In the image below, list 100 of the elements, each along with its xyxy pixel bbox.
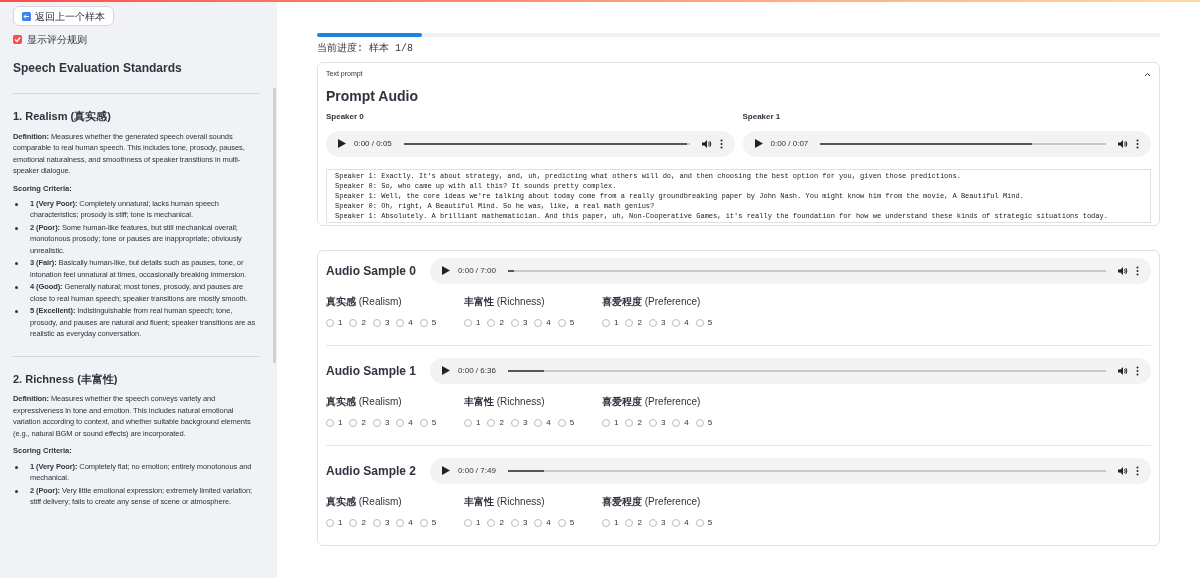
left-arrow-icon bbox=[22, 11, 31, 21]
sample-title: Audio Sample 2 bbox=[326, 462, 417, 480]
bullet-icon bbox=[15, 489, 18, 493]
bullet-icon bbox=[15, 310, 18, 314]
back-button[interactable]: 返回上一个样本 bbox=[13, 6, 114, 26]
rating-radio[interactable]: 2 bbox=[487, 516, 504, 529]
rating-radio[interactable]: 5 bbox=[557, 316, 575, 329]
audio-time: 0:00 / 7:49 bbox=[458, 464, 496, 477]
rating-radio[interactable]: 2 bbox=[487, 416, 504, 429]
rating-radio[interactable]: 1 bbox=[602, 516, 619, 529]
rating-radio[interactable]: 3 bbox=[510, 416, 528, 429]
volume-icon[interactable] bbox=[1118, 138, 1128, 149]
rating-label: 丰富性 (Richness) bbox=[464, 294, 546, 309]
rating-label: 真实感 (Realism) bbox=[326, 494, 403, 509]
bullet-icon bbox=[15, 226, 18, 230]
rating-radio[interactable]: 4 bbox=[672, 316, 689, 329]
section-heading: 1. Realism (真实感) bbox=[13, 109, 112, 124]
play-icon[interactable] bbox=[442, 466, 451, 475]
chevron-icon[interactable] bbox=[1144, 71, 1151, 77]
sample-title: Audio Sample 0 bbox=[326, 262, 417, 280]
more-icon[interactable] bbox=[1136, 365, 1139, 376]
rating-radio[interactable]: 4 bbox=[396, 416, 413, 429]
rating-radio[interactable]: 5 bbox=[695, 516, 713, 529]
audio-player[interactable]: 0:00 / 7:49 bbox=[430, 457, 1151, 484]
rating-radio[interactable]: 3 bbox=[372, 516, 390, 529]
rating-radio[interactable]: 2 bbox=[349, 416, 366, 429]
rating-radio[interactable]: 1 bbox=[326, 416, 343, 429]
play-icon[interactable] bbox=[754, 139, 763, 148]
rating-radio[interactable]: 4 bbox=[396, 516, 413, 529]
rating-radio[interactable]: 4 bbox=[396, 316, 413, 329]
rating-radio[interactable]: 4 bbox=[672, 416, 689, 429]
rating-radio[interactable]: 2 bbox=[625, 316, 642, 329]
rating-radio[interactable]: 4 bbox=[534, 316, 551, 329]
seek-track[interactable] bbox=[820, 142, 1106, 145]
rating-radio[interactable]: 1 bbox=[464, 316, 481, 329]
more-icon[interactable] bbox=[1136, 265, 1139, 276]
rating-radio[interactable]: 5 bbox=[419, 516, 437, 529]
rating-label: 真实感 (Realism) bbox=[326, 394, 403, 409]
rating-radio[interactable]: 4 bbox=[534, 416, 551, 429]
rating-radio[interactable]: 1 bbox=[602, 416, 619, 429]
rating-radio[interactable]: 1 bbox=[602, 316, 619, 329]
seek-track[interactable] bbox=[507, 269, 1106, 272]
audio-player[interactable]: 0:00 / 0:05 bbox=[326, 130, 735, 157]
rating-radio[interactable]: 5 bbox=[419, 416, 437, 429]
more-icon[interactable] bbox=[1136, 465, 1139, 476]
seek-track[interactable] bbox=[507, 469, 1106, 472]
bullet-icon bbox=[15, 262, 18, 266]
rating-radio[interactable]: 1 bbox=[326, 516, 343, 529]
rating-radio[interactable]: 3 bbox=[510, 316, 528, 329]
rating-radio[interactable]: 1 bbox=[464, 416, 481, 429]
audio-player[interactable]: 0:00 / 6:36 bbox=[430, 357, 1151, 384]
bullet-icon bbox=[15, 286, 18, 290]
play-icon[interactable] bbox=[442, 366, 451, 375]
rating-radio[interactable]: 2 bbox=[349, 516, 366, 529]
rating-radio[interactable]: 1 bbox=[464, 516, 481, 529]
rating-radio[interactable]: 3 bbox=[372, 416, 390, 429]
volume-icon[interactable] bbox=[701, 138, 712, 149]
section-heading: 2. Richness (丰富性) bbox=[13, 371, 119, 387]
audio-time: 0:00 / 0:07 bbox=[770, 137, 809, 150]
audio-time: 0:00 / 0:05 bbox=[354, 137, 392, 150]
audio-player[interactable]: 0:00 / 0:07 bbox=[742, 130, 1151, 157]
rating-label: 真实感 (Realism) bbox=[326, 294, 403, 309]
rating-radio[interactable]: 5 bbox=[695, 316, 713, 329]
bullet-icon bbox=[15, 202, 18, 206]
volume-icon[interactable] bbox=[1118, 365, 1128, 376]
rating-radio[interactable]: 3 bbox=[510, 516, 528, 529]
rating-radio[interactable]: 5 bbox=[557, 416, 575, 429]
rating-radio[interactable]: 2 bbox=[625, 516, 642, 529]
volume-icon[interactable] bbox=[1118, 265, 1128, 276]
rating-radio[interactable]: 3 bbox=[648, 316, 666, 329]
rating-radio[interactable]: 3 bbox=[372, 316, 390, 329]
volume-icon[interactable] bbox=[1118, 465, 1128, 476]
play-icon[interactable] bbox=[442, 266, 451, 275]
rating-radio[interactable]: 4 bbox=[672, 516, 689, 529]
audio-time: 0:00 / 7:00 bbox=[458, 264, 496, 277]
rating-radio[interactable]: 5 bbox=[419, 316, 437, 329]
speaker-label: Speaker 0 bbox=[326, 110, 365, 123]
audio-player[interactable]: 0:00 / 7:00 bbox=[430, 257, 1151, 284]
rating-radio[interactable]: 4 bbox=[534, 516, 551, 529]
rating-label: 喜爱程度 (Preference) bbox=[602, 494, 702, 509]
speaker-label: Speaker 1 bbox=[742, 110, 782, 123]
rating-radio[interactable]: 3 bbox=[648, 416, 666, 429]
sidebar-title: Speech Evaluation Standards bbox=[13, 60, 183, 77]
rating-radio[interactable]: 1 bbox=[326, 316, 343, 329]
rating-label: 喜爱程度 (Preference) bbox=[602, 294, 702, 309]
more-icon[interactable] bbox=[719, 138, 723, 149]
rating-radio[interactable]: 3 bbox=[648, 516, 666, 529]
show-rules-checkbox[interactable]: 显示评分规则 bbox=[13, 32, 260, 47]
seek-track[interactable] bbox=[507, 369, 1106, 372]
rating-radio[interactable]: 2 bbox=[349, 316, 366, 329]
rating-label: 丰富性 (Richness) bbox=[464, 394, 546, 409]
rating-radio[interactable]: 5 bbox=[695, 416, 713, 429]
play-icon[interactable] bbox=[338, 139, 346, 148]
more-icon[interactable] bbox=[1136, 138, 1139, 149]
rating-radio[interactable]: 2 bbox=[487, 316, 504, 329]
rating-radio[interactable]: 2 bbox=[625, 416, 642, 429]
rating-radio[interactable]: 5 bbox=[557, 516, 575, 529]
sample-title: Audio Sample 1 bbox=[326, 362, 417, 380]
rating-label: 喜爱程度 (Preference) bbox=[602, 394, 702, 409]
audio-time: 0:00 / 6:36 bbox=[458, 364, 496, 377]
